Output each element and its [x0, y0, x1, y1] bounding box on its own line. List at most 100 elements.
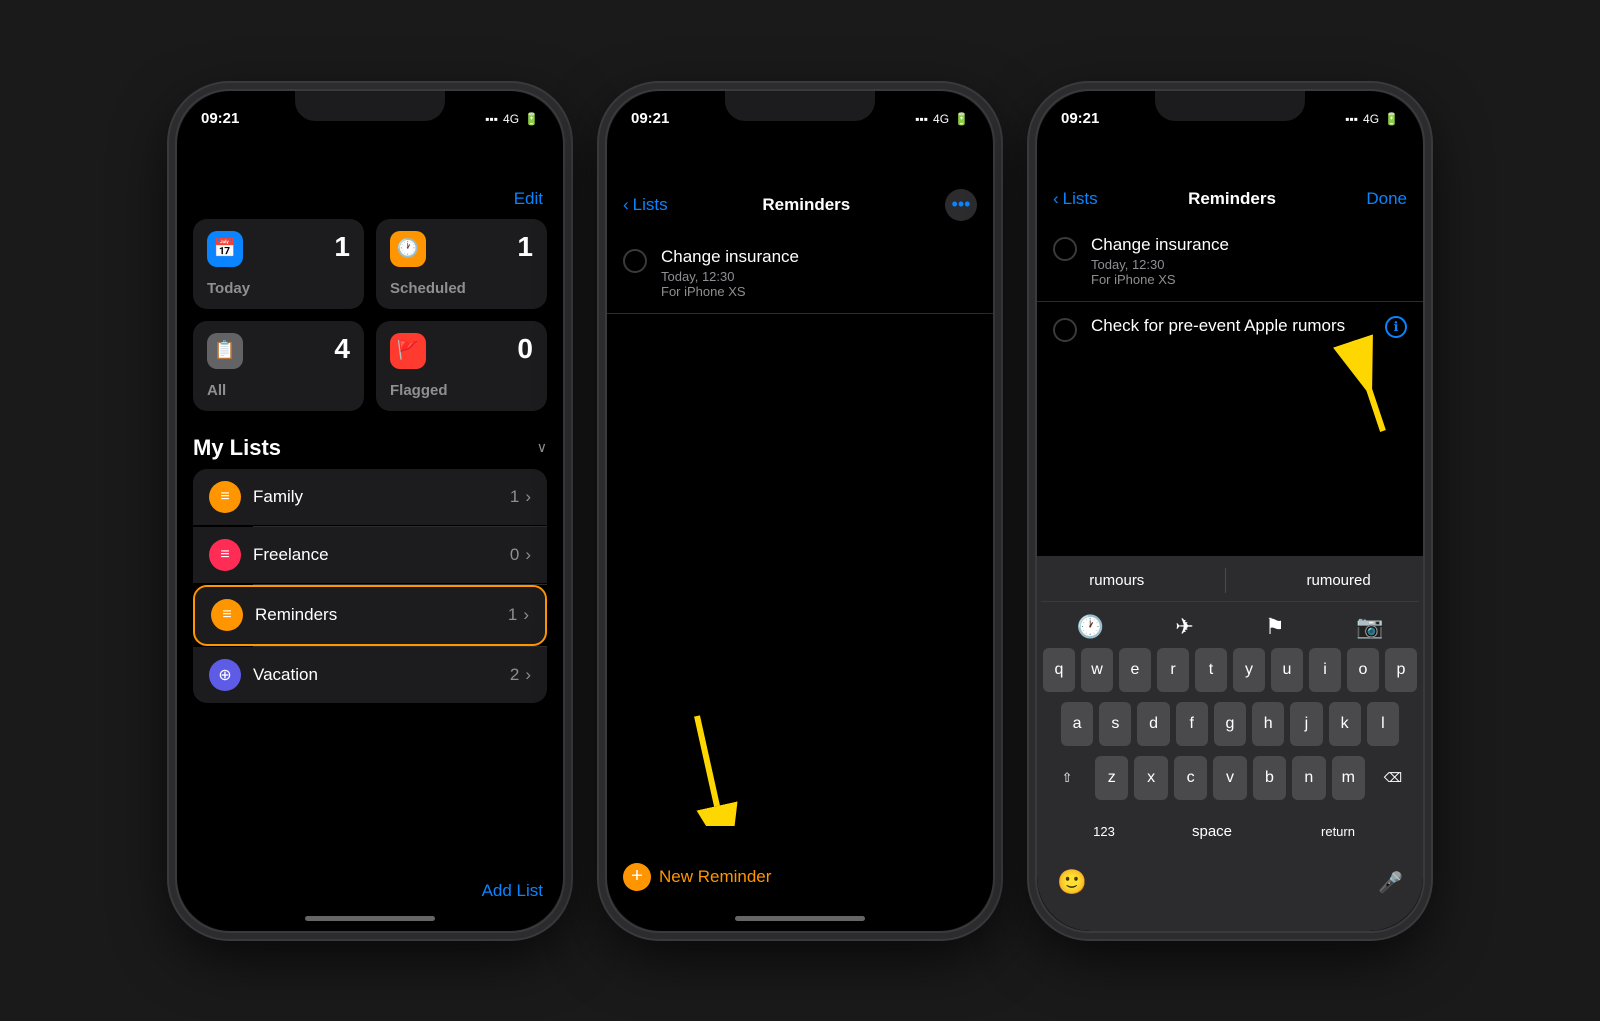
edit-button[interactable]: Edit	[514, 189, 543, 209]
flagged-label: Flagged	[390, 382, 533, 399]
nav-back-3[interactable]: ‹ Lists	[1053, 189, 1098, 209]
vacation-count: 2	[510, 665, 519, 685]
key-n[interactable]: n	[1292, 756, 1325, 800]
key-j[interactable]: j	[1290, 702, 1322, 746]
section-chevron-icon[interactable]: ∨	[537, 439, 547, 456]
all-count: 4	[334, 333, 350, 365]
nav-bar-3: ‹ Lists Reminders Done	[1037, 135, 1423, 221]
microphone-key[interactable]: 🎤	[1370, 866, 1411, 899]
phone-3-content: 09:21 ▪▪▪ 4G 🔋 ‹ Lists Reminders Done	[1037, 91, 1423, 931]
add-list-button[interactable]: Add List	[482, 881, 543, 900]
shift-key[interactable]: ⇧	[1045, 756, 1089, 800]
reminder-circle-3-1[interactable]	[1053, 237, 1077, 261]
reminder-sub2-1: For iPhone XS	[661, 284, 977, 299]
reminder-item-3-1[interactable]: Change insurance Today, 12:30 For iPhone…	[1037, 221, 1423, 302]
delete-key[interactable]: ⌫	[1371, 756, 1415, 800]
key-y[interactable]: y	[1233, 648, 1265, 692]
keyboard-toolbar: 🕐 ✈ ⚑ 📷	[1041, 610, 1419, 648]
numbers-key[interactable]: 123	[1082, 810, 1126, 854]
reminder-circle-3-2[interactable]	[1053, 318, 1077, 342]
key-d[interactable]: d	[1137, 702, 1169, 746]
list-item-freelance[interactable]: ≡ Freelance 0 ›	[193, 527, 547, 583]
home-indicator-1	[305, 916, 435, 921]
key-row-3: ⇧ z x c v b n m ⌫	[1045, 756, 1415, 800]
yellow-arrow-up-icon	[1303, 321, 1403, 441]
yellow-arrow-down-icon	[667, 706, 747, 826]
key-q[interactable]: q	[1043, 648, 1075, 692]
status-bar-1: 09:21 ▪▪▪ 4G 🔋	[177, 91, 563, 135]
flag-toolbar-icon[interactable]: ⚑	[1265, 614, 1285, 640]
status-bar-2: 09:21 ▪▪▪ 4G 🔋	[607, 91, 993, 135]
reminder-item-1[interactable]: Change insurance Today, 12:30 For iPhone…	[607, 233, 993, 314]
today-card[interactable]: 📅 1 Today	[193, 219, 364, 309]
key-h[interactable]: h	[1252, 702, 1284, 746]
family-list-icon: ≡	[209, 481, 241, 513]
reminders-list-name: Reminders	[255, 605, 337, 625]
key-w[interactable]: w	[1081, 648, 1113, 692]
key-a[interactable]: a	[1061, 702, 1093, 746]
reminder-sub2-3-1: For iPhone XS	[1091, 272, 1407, 287]
key-u[interactable]: u	[1271, 648, 1303, 692]
key-t[interactable]: t	[1195, 648, 1227, 692]
key-m[interactable]: m	[1332, 756, 1365, 800]
all-card[interactable]: 📋 4 All	[193, 321, 364, 411]
signal-icon-2: ▪▪▪	[915, 112, 928, 126]
reminders-chevron-icon: ›	[523, 605, 529, 625]
location-toolbar-icon[interactable]: ✈	[1175, 614, 1193, 640]
status-time-2: 09:21	[631, 110, 669, 127]
camera-toolbar-icon[interactable]: 📷	[1356, 614, 1383, 640]
key-f[interactable]: f	[1176, 702, 1208, 746]
flagged-card[interactable]: 🚩 0 Flagged	[376, 321, 547, 411]
key-c[interactable]: c	[1174, 756, 1207, 800]
reminders-count: 1	[508, 605, 517, 625]
nav-more-button[interactable]: •••	[945, 189, 977, 221]
key-o[interactable]: o	[1347, 648, 1379, 692]
today-label: Today	[207, 280, 350, 297]
phone-3-screen: 09:21 ▪▪▪ 4G 🔋 ‹ Lists Reminders Done	[1037, 91, 1423, 931]
autocomplete-bar: rumours rumoured	[1041, 564, 1419, 602]
return-key[interactable]: return	[1298, 810, 1378, 854]
autocomplete-rumours[interactable]: rumours	[1073, 568, 1160, 593]
freelance-count: 0	[510, 545, 519, 565]
key-e[interactable]: e	[1119, 648, 1151, 692]
phone-1-footer: Add List	[482, 881, 543, 901]
nav-back-2[interactable]: ‹ Lists	[623, 195, 668, 215]
key-s[interactable]: s	[1099, 702, 1131, 746]
new-reminder-button[interactable]: + New Reminder	[623, 863, 771, 891]
back-chevron-icon-2: ‹	[623, 195, 629, 215]
key-z[interactable]: z	[1095, 756, 1128, 800]
key-v[interactable]: v	[1213, 756, 1246, 800]
nav-title-3: Reminders	[1188, 189, 1276, 209]
scheduled-card[interactable]: 🕐 1 Scheduled	[376, 219, 547, 309]
emoji-key[interactable]: 🙂	[1049, 864, 1095, 901]
list-item-vacation[interactable]: ⊕ Vacation 2 ›	[193, 647, 547, 703]
back-chevron-icon-3: ‹	[1053, 189, 1059, 209]
key-p[interactable]: p	[1385, 648, 1417, 692]
vacation-list-name: Vacation	[253, 665, 318, 685]
clock-toolbar-icon[interactable]: 🕐	[1077, 614, 1104, 640]
autocomplete-rumoured[interactable]: rumoured	[1291, 568, 1387, 593]
key-b[interactable]: b	[1253, 756, 1286, 800]
key-i[interactable]: i	[1309, 648, 1341, 692]
phones-container: 09:21 ▪▪▪ 4G 🔋 Edit 📅	[175, 89, 1425, 933]
arrow-up-container	[1303, 321, 1403, 446]
nav-done-button[interactable]: Done	[1366, 189, 1407, 209]
home-indicator-2	[735, 916, 865, 921]
key-k[interactable]: k	[1329, 702, 1361, 746]
status-time-3: 09:21	[1061, 110, 1099, 127]
my-lists-section-header: My Lists ∨	[177, 427, 563, 469]
space-key[interactable]: space	[1132, 810, 1292, 854]
nav-back-label-3: Lists	[1063, 189, 1098, 209]
key-g[interactable]: g	[1214, 702, 1246, 746]
nav-bar-2: ‹ Lists Reminders •••	[607, 135, 993, 233]
list-item-family[interactable]: ≡ Family 1 ›	[193, 469, 547, 525]
status-bar-3: 09:21 ▪▪▪ 4G 🔋	[1037, 91, 1423, 135]
key-r[interactable]: r	[1157, 648, 1189, 692]
keyboard-keys: q w e r t y u i o p a	[1041, 648, 1419, 854]
key-x[interactable]: x	[1134, 756, 1167, 800]
list-item-reminders[interactable]: ≡ Reminders 1 ›	[195, 587, 545, 643]
key-l[interactable]: l	[1367, 702, 1399, 746]
status-icons-3: ▪▪▪ 4G 🔋	[1345, 112, 1399, 126]
list-item-reminders-wrapper: ≡ Reminders 1 ›	[193, 585, 547, 646]
reminder-circle-1[interactable]	[623, 249, 647, 273]
